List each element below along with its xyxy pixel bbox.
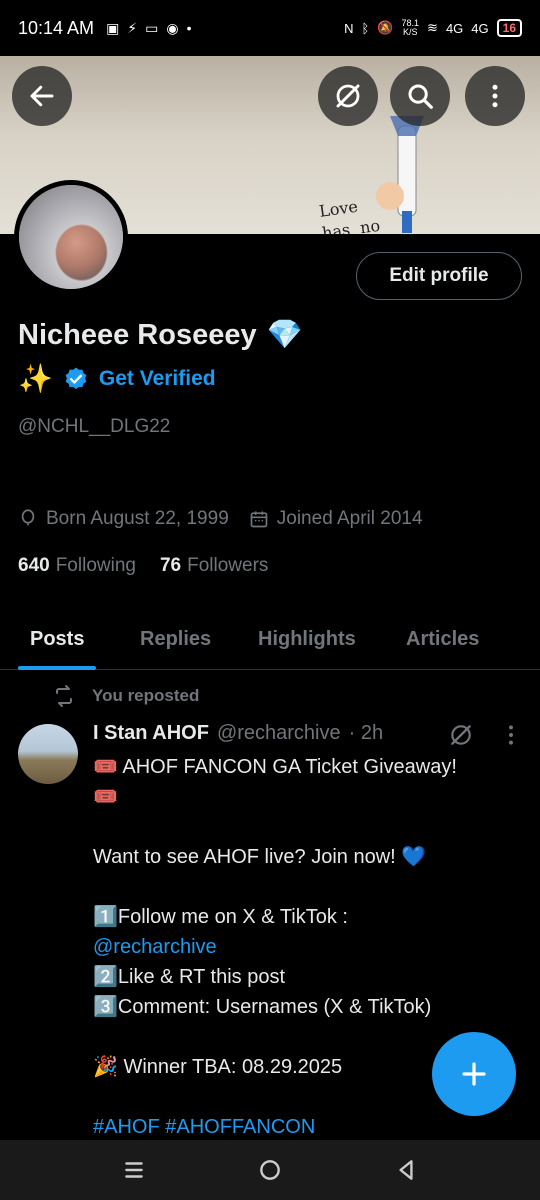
- mute-icon: 🔕: [377, 20, 394, 35]
- search-icon: [408, 84, 433, 109]
- status-bar: 10:14 AM ▣ ⚡ ▭ ◉ • N ᛒ 🔕 78.1 K/S ≋ 4G 4G…: [0, 0, 540, 56]
- birthday-item: Born August 22, 1999: [18, 508, 229, 530]
- bluetooth-icon: ᛒ: [361, 20, 370, 36]
- post-author-name[interactable]: I Stan AHOF: [93, 722, 209, 745]
- display-name-row: Nicheee Roseeey 💎: [18, 318, 303, 352]
- battery-indicator: 16: [496, 19, 522, 37]
- profile-meta: Born August 22, 1999 Joined April 2014: [18, 508, 423, 530]
- status-time: 10:14 AM: [18, 17, 95, 38]
- dot-icon: •: [186, 20, 192, 36]
- plus-icon: [462, 1062, 486, 1086]
- following-label: Following: [55, 555, 136, 576]
- birthday-text: Born August 22, 1999: [46, 508, 229, 529]
- avatar-image: [19, 185, 123, 289]
- tab-highlights[interactable]: Highlights: [258, 610, 356, 670]
- more-options-button[interactable]: [465, 66, 525, 126]
- tab-label: Replies: [140, 628, 212, 650]
- get-verified-link[interactable]: Get Verified: [99, 367, 216, 391]
- grok-button[interactable]: [318, 66, 378, 126]
- verified-row: ✨ Get Verified: [18, 362, 216, 395]
- nfc-icon: N: [344, 20, 354, 36]
- tv-icon: ▭: [145, 19, 159, 36]
- repost-icon: [56, 685, 72, 707]
- signal-2: 4G: [471, 20, 489, 36]
- post-line: 3️⃣Comment: Usernames (X & TikTok): [93, 996, 432, 1018]
- post-line: 2️⃣Like & RT this post: [93, 966, 286, 988]
- post-line: 🎟️ AHOF FANCON GA Ticket Giveaway!: [93, 756, 457, 778]
- joined-item: Joined April 2014: [249, 508, 423, 530]
- sim-icon: ▣: [106, 19, 120, 36]
- tab-label: Highlights: [258, 628, 356, 650]
- grok-icon: [336, 84, 360, 108]
- wifi-icon: ≋: [427, 20, 438, 35]
- home-icon[interactable]: [257, 1157, 283, 1183]
- tab-label: Articles: [406, 628, 480, 650]
- following-link[interactable]: 640 Following: [18, 555, 136, 577]
- tab-posts[interactable]: Posts: [18, 610, 97, 670]
- system-nav-bar: [0, 1140, 540, 1200]
- recent-apps-icon[interactable]: [121, 1157, 147, 1183]
- followers-label: Followers: [187, 555, 269, 576]
- repost-indicator: You reposted: [52, 684, 199, 708]
- signal-1: 4G: [445, 20, 464, 36]
- back-button[interactable]: [12, 66, 72, 126]
- follow-stats: 640 Following 76 Followers: [18, 555, 268, 577]
- mention-link[interactable]: @recharchive: [93, 932, 513, 962]
- balloon-icon: [21, 509, 35, 526]
- followers-count: 76: [159, 555, 182, 576]
- search-button[interactable]: [390, 66, 450, 126]
- post-line: 🎟️: [93, 786, 118, 808]
- post-time: · 2h: [348, 722, 384, 744]
- display-name: Nicheee Roseeey: [18, 318, 257, 351]
- gem-emoji: 💎: [266, 319, 303, 351]
- tab-replies[interactable]: Replies: [140, 610, 211, 670]
- edit-profile-button[interactable]: Edit profile: [356, 252, 522, 300]
- flash-icon: ⚡: [127, 19, 138, 36]
- notification-icons: ▣ ⚡ ▭ ◉ •: [106, 20, 191, 37]
- back-arrow-icon: [30, 85, 54, 107]
- following-count: 640: [18, 555, 50, 576]
- verified-badge-icon: [65, 367, 87, 389]
- post-line: 1️⃣Follow me on X & TikTok :: [93, 906, 348, 928]
- tab-articles[interactable]: Articles: [406, 610, 479, 670]
- more-vertical-icon: [492, 84, 498, 108]
- tab-label: Posts: [30, 628, 85, 650]
- followers-link[interactable]: 76 Followers: [160, 555, 268, 577]
- system-icons: N ᛒ 🔕 78.1 K/S ≋ 4G 4G 16: [344, 19, 522, 37]
- post-more-icon[interactable]: [498, 722, 524, 748]
- net-speed: 78.1 K/S: [401, 18, 420, 37]
- grok-icon[interactable]: [448, 722, 474, 748]
- post-author-handle[interactable]: @recharchive: [217, 722, 341, 745]
- profile-tabs: Posts Replies Highlights Articles: [0, 610, 540, 670]
- post-line: [93, 872, 513, 902]
- active-tab-indicator: [18, 665, 97, 670]
- repost-label: You reposted: [92, 686, 200, 705]
- joined-text: Joined April 2014: [276, 508, 423, 529]
- calendar-icon: [250, 511, 268, 528]
- profile-handle: @NCHL__DLG22: [18, 416, 171, 437]
- post-author-avatar[interactable]: [18, 724, 78, 784]
- sparkle-emoji: ✨: [18, 363, 53, 394]
- post-line: Want to see AHOF live? Join now! 💙: [93, 846, 427, 868]
- back-nav-icon[interactable]: [393, 1157, 419, 1183]
- hashtag-links[interactable]: #AHOF #AHOFFANCON: [93, 1112, 513, 1142]
- compose-button[interactable]: [432, 1032, 516, 1116]
- profile-avatar[interactable]: [14, 180, 128, 294]
- post-line: [93, 812, 513, 842]
- messenger-icon: ◉: [166, 19, 179, 36]
- post-header: I Stan AHOF @recharchive · 2h: [93, 722, 383, 745]
